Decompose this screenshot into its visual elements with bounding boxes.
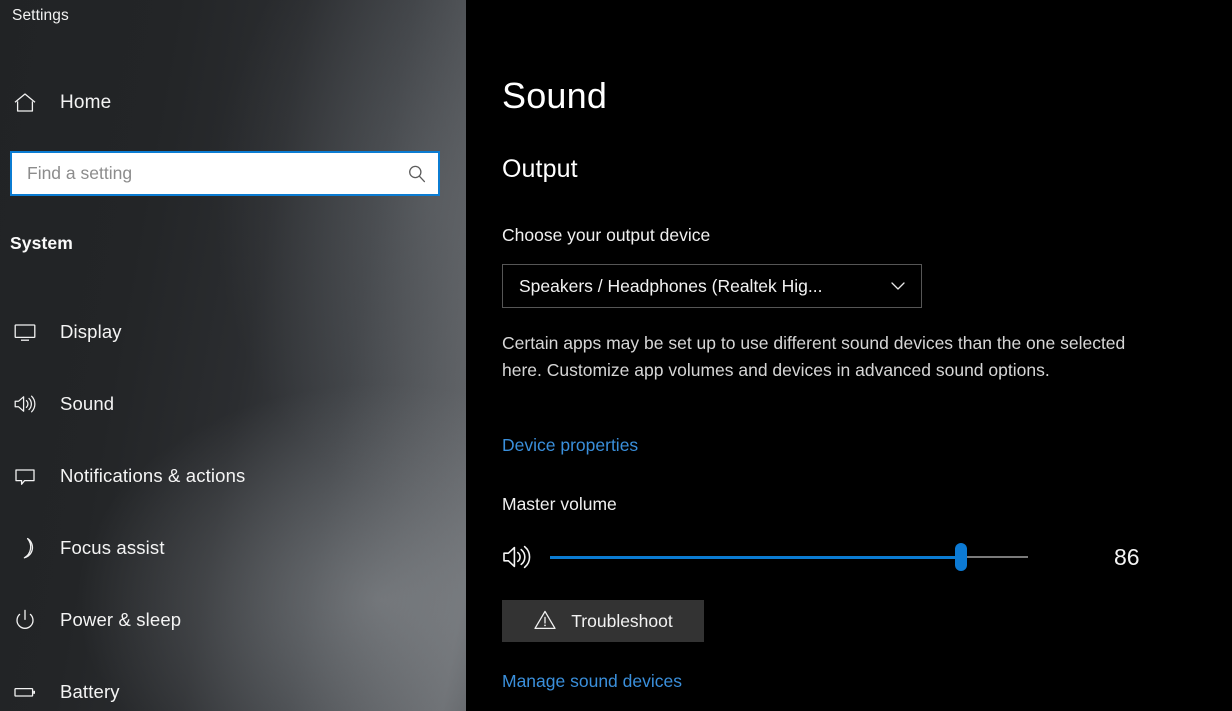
window-title: Settings bbox=[12, 7, 69, 24]
sidebar-item-battery-label: Battery bbox=[60, 681, 120, 702]
page-title: Sound bbox=[502, 75, 608, 116]
sidebar-item-battery[interactable]: Battery bbox=[0, 669, 466, 711]
sidebar-item-power-sleep-label: Power & sleep bbox=[60, 609, 182, 630]
search-icon[interactable] bbox=[396, 163, 438, 185]
sidebar-item-notifications-actions[interactable]: Notifications & actions bbox=[0, 453, 466, 499]
power-icon bbox=[2, 607, 48, 633]
device-properties-link[interactable]: Device properties bbox=[502, 435, 638, 456]
settings-window: Settings Home System bbox=[0, 0, 1232, 711]
sidebar-item-focus-assist-label: Focus assist bbox=[60, 537, 165, 558]
search-input[interactable] bbox=[12, 163, 396, 184]
speaker-icon bbox=[2, 391, 48, 417]
sidebar: Settings Home System bbox=[0, 0, 466, 711]
crescent-moon-icon bbox=[2, 535, 48, 561]
master-volume-label: Master volume bbox=[502, 494, 617, 514]
sidebar-item-display-label: Display bbox=[60, 321, 122, 342]
output-device-dropdown[interactable]: Speakers / Headphones (Realtek Hig... bbox=[502, 264, 922, 308]
troubleshoot-button-label: Troubleshoot bbox=[571, 610, 673, 631]
sidebar-item-power-sleep[interactable]: Power & sleep bbox=[0, 597, 466, 643]
sidebar-item-display[interactable]: Display bbox=[0, 309, 466, 355]
speech-bubble-icon bbox=[2, 463, 48, 489]
speaker-icon[interactable] bbox=[502, 542, 550, 572]
master-volume-row: 86 bbox=[502, 534, 1182, 580]
section-heading-output: Output bbox=[502, 155, 578, 183]
output-device-label: Choose your output device bbox=[502, 225, 711, 245]
slider-fill bbox=[550, 556, 962, 559]
master-volume-slider[interactable] bbox=[550, 543, 1028, 571]
sidebar-item-sound-label: Sound bbox=[60, 393, 115, 414]
sidebar-item-sound[interactable]: Sound bbox=[0, 381, 466, 427]
home-icon bbox=[2, 90, 48, 116]
chevron-down-icon bbox=[875, 276, 921, 296]
sidebar-item-home-label: Home bbox=[60, 92, 112, 113]
sidebar-item-focus-assist[interactable]: Focus assist bbox=[0, 525, 466, 571]
output-device-description: Certain apps may be set up to use differ… bbox=[502, 333, 1126, 380]
troubleshoot-button[interactable]: Troubleshoot bbox=[502, 600, 704, 642]
search-box[interactable] bbox=[10, 151, 440, 196]
master-volume-value: 86 bbox=[1114, 543, 1140, 570]
warning-triangle-icon bbox=[533, 608, 557, 635]
sidebar-item-home[interactable]: Home bbox=[0, 80, 466, 126]
slider-thumb[interactable] bbox=[955, 543, 968, 571]
battery-icon bbox=[2, 679, 48, 705]
manage-sound-devices-link[interactable]: Manage sound devices bbox=[502, 671, 682, 692]
sidebar-section-header: System bbox=[10, 233, 73, 253]
monitor-icon bbox=[2, 319, 48, 345]
output-device-value: Speakers / Headphones (Realtek Hig... bbox=[519, 275, 823, 296]
content-pane: Sound Output Choose your output device S… bbox=[466, 0, 1232, 711]
sidebar-item-notifications-actions-label: Notifications & actions bbox=[60, 465, 246, 486]
